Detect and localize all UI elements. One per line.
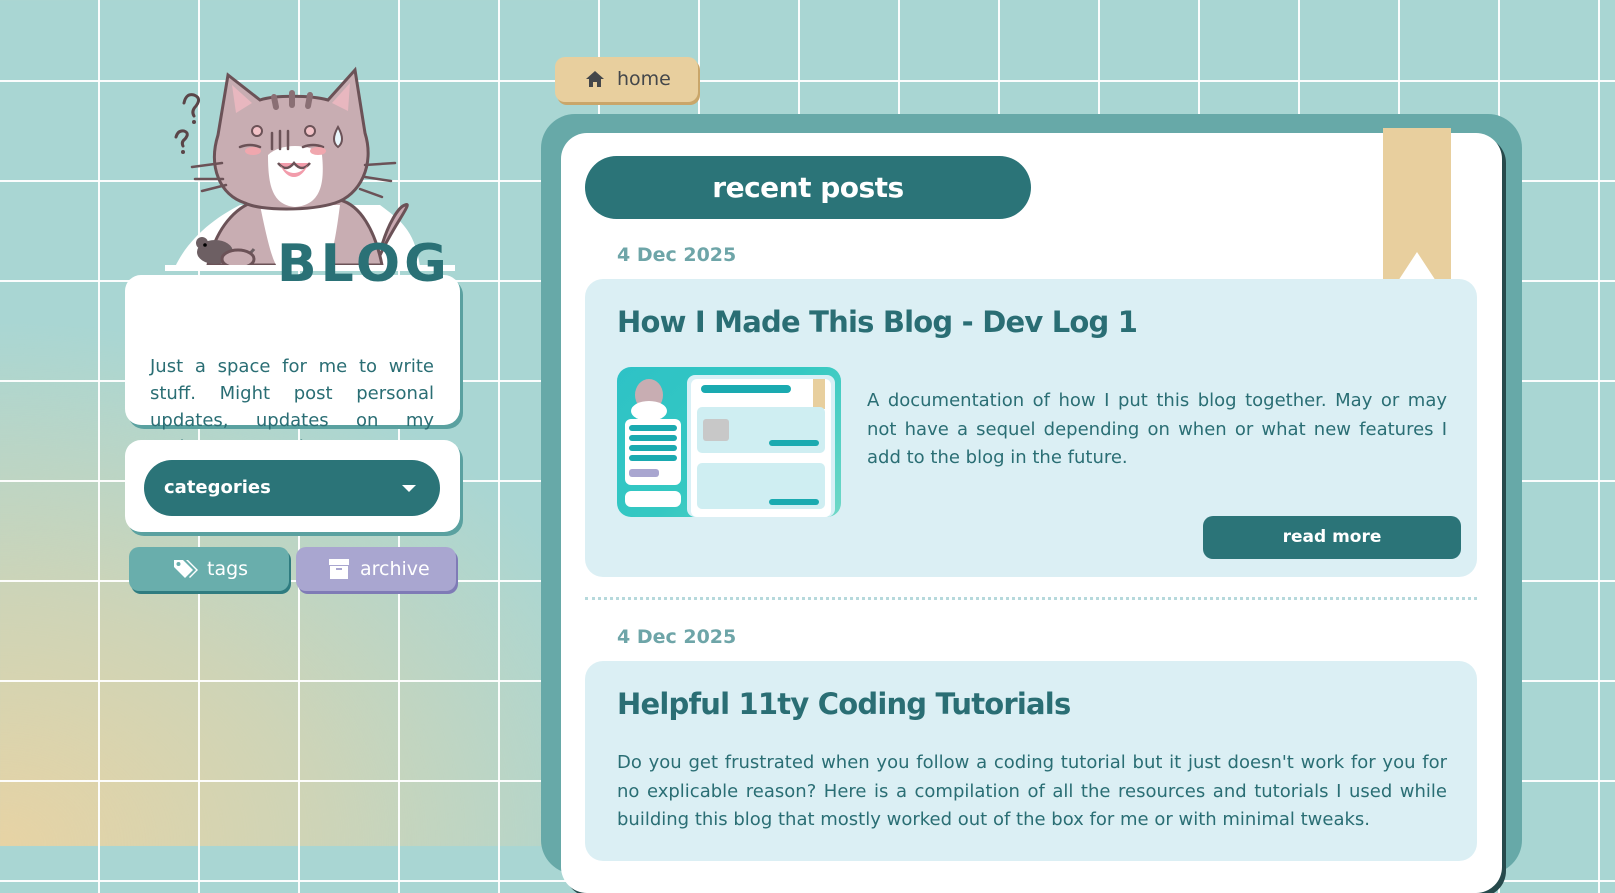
- post-card: Helpful 11ty Coding Tutorials Do you get…: [585, 661, 1477, 861]
- home-icon: [586, 71, 604, 87]
- post-title[interactable]: How I Made This Blog - Dev Log 1: [617, 305, 1138, 339]
- post-date: 4 Dec 2025: [617, 244, 737, 266]
- post-thumbnail: [617, 367, 841, 517]
- tags-button[interactable]: tags: [129, 547, 289, 591]
- read-more-button[interactable]: read more: [1203, 516, 1461, 559]
- sidebar-buttons: tags archive: [129, 547, 459, 593]
- home-label: home: [617, 68, 671, 90]
- post-divider: [585, 597, 1477, 600]
- archive-button[interactable]: archive: [296, 547, 456, 591]
- chevron-down-icon: [402, 485, 416, 492]
- tag-icon: [174, 560, 198, 578]
- categories-label: categories: [164, 477, 271, 498]
- blog-logo-text: BLOG: [277, 234, 451, 294]
- description-card: Just a space for me to write stuff. Migh…: [125, 275, 460, 485]
- archive-box-icon: [329, 559, 349, 579]
- thumbnail-preview-image: [625, 375, 835, 517]
- post-excerpt: Do you get frustrated when you follow a …: [617, 752, 1447, 830]
- archive-label: archive: [360, 558, 430, 580]
- home-button[interactable]: home: [555, 57, 698, 102]
- categories-card: categories: [125, 440, 460, 532]
- categories-dropdown[interactable]: categories: [144, 460, 440, 516]
- tags-label: tags: [207, 558, 249, 580]
- post-card: How I Made This Blog - Dev Log 1 A docum…: [585, 279, 1477, 577]
- recent-posts-header: recent posts: [585, 156, 1031, 219]
- bookmark-icon: [1383, 128, 1451, 304]
- post-excerpt: A documentation of how I put this blog t…: [867, 390, 1447, 468]
- post-date: 4 Dec 2025: [617, 626, 737, 648]
- post-title[interactable]: Helpful 11ty Coding Tutorials: [617, 687, 1071, 721]
